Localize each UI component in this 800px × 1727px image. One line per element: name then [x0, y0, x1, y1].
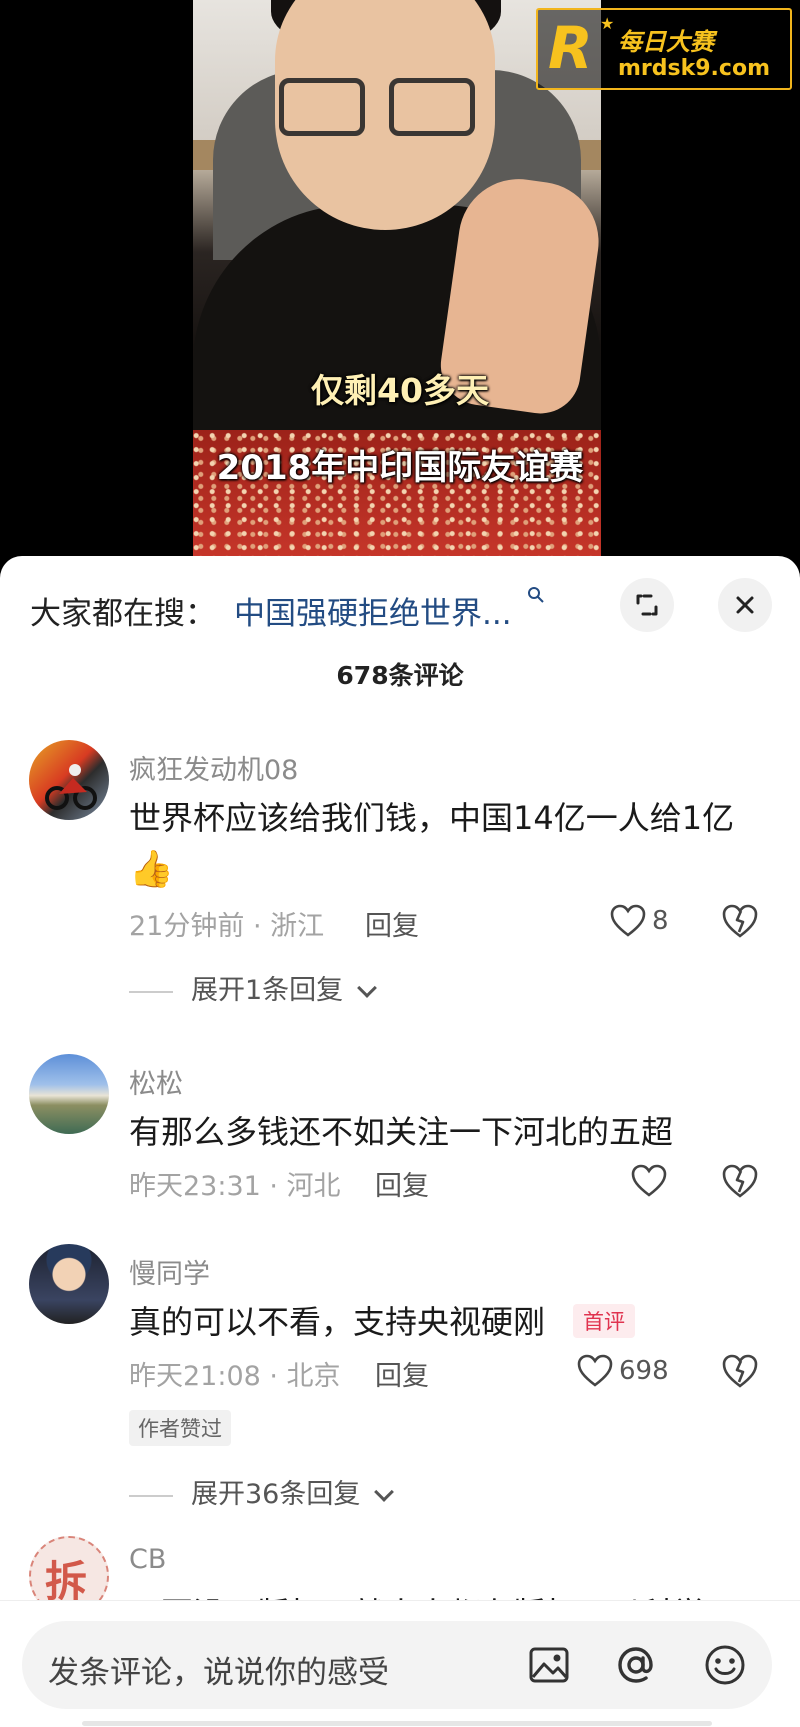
heart-icon: [577, 1354, 613, 1387]
like-count: 698: [619, 1356, 669, 1386]
comment-input-placeholder: 发条评论，说说你的感受: [48, 1655, 389, 1691]
close-button[interactable]: [718, 578, 772, 632]
dislike-heart-icon[interactable]: [721, 902, 759, 940]
comment-sheet: 大家都在搜： 中国强硬拒绝世界... 678条评论 疯狂发动机08 世界杯应该给…: [0, 556, 800, 1727]
like-button[interactable]: 698: [577, 1352, 697, 1392]
comment-item: 松松 有那么多钱还不如关注一下河北的五超 昨天23:31 · 河北 回复: [0, 1054, 800, 1204]
author-liked-badge: 作者赞过: [129, 1410, 231, 1446]
star-icon: ★: [600, 14, 615, 33]
comment-item: 疯狂发动机08 世界杯应该给我们钱，中国14亿一人给1亿 👍 21分钟前 · 浙…: [0, 740, 800, 1006]
trending-search-link[interactable]: 中国强硬拒绝世界...: [234, 588, 512, 633]
comment-meta: 21分钟前 · 浙江: [129, 911, 325, 942]
comment-text: 真的可以不看，支持央视硬刚: [129, 1303, 546, 1341]
at-icon[interactable]: [614, 1643, 658, 1687]
chevron-down-icon: [374, 1482, 394, 1502]
comment-item: 慢同学 真的可以不看，支持央视硬刚 首评 昨天21:08 · 北京 回复 698…: [0, 1244, 800, 1544]
heart-icon: [631, 1164, 667, 1197]
comment-text: 世界杯应该给我们钱，中国14亿一人给1亿 👍: [129, 799, 735, 890]
expand-icon: [636, 594, 658, 616]
motorcycle-icon: [45, 764, 97, 810]
watermark-url: mrdsk9.com: [618, 56, 770, 81]
video-caption-bottom: 2018年中印国际友谊赛: [216, 448, 584, 488]
watermark-logo: R ★ 每日大赛 mrdsk9.com: [536, 8, 792, 90]
watermark-r-icon: R: [548, 14, 593, 82]
like-button[interactable]: 8: [610, 902, 700, 942]
sheet-header: 大家都在搜： 中国强硬拒绝世界...: [0, 556, 800, 636]
watermark-name: 每日大赛: [618, 28, 714, 56]
expand-replies[interactable]: 展开36条回复: [129, 1472, 394, 1511]
first-comment-badge: 首评: [573, 1304, 635, 1338]
avatar[interactable]: [29, 1054, 109, 1134]
dislike-heart-icon[interactable]: [721, 1162, 759, 1200]
avatar[interactable]: [29, 740, 109, 820]
comment-meta: 昨天23:31 · 河北: [129, 1171, 341, 1202]
comment-username[interactable]: CB: [129, 1544, 166, 1575]
comment-username[interactable]: 松松: [129, 1062, 183, 1101]
like-button[interactable]: [631, 1162, 671, 1202]
comment-username[interactable]: 疯狂发动机08: [129, 748, 298, 787]
dislike-heart-icon[interactable]: [721, 1352, 759, 1390]
trending-search-label: 大家都在搜：: [30, 596, 216, 632]
fullscreen-button[interactable]: [620, 578, 674, 632]
reply-button[interactable]: 回复: [375, 1354, 429, 1393]
image-icon[interactable]: [527, 1643, 571, 1687]
chevron-down-icon: [356, 978, 377, 998]
emoji-icon[interactable]: [703, 1643, 747, 1687]
video-caption-top: 仅剩40多天: [311, 371, 489, 410]
comment-input-bar: 发条评论，说说你的感受: [0, 1600, 800, 1727]
close-icon: [736, 596, 754, 614]
search-icon[interactable]: [527, 586, 545, 604]
reply-button[interactable]: 回复: [365, 904, 419, 943]
thumbs-up-emoji: 👍: [129, 849, 174, 890]
comment-text: 有那么多钱还不如关注一下河北的五超: [129, 1113, 674, 1151]
comment-meta: 昨天21:08 · 北京: [129, 1361, 341, 1392]
expand-replies[interactable]: 展开1条回复: [129, 968, 377, 1007]
comment-input[interactable]: 发条评论，说说你的感受: [22, 1621, 772, 1709]
home-indicator: [82, 1721, 712, 1726]
video-player[interactable]: 仅剩40多天 2018年中印国际友谊赛 R ★ 每日大赛 mrdsk9.com: [0, 0, 800, 560]
comment-count: 678条评论: [336, 661, 464, 690]
comment-username[interactable]: 慢同学: [129, 1252, 210, 1291]
reply-button[interactable]: 回复: [375, 1164, 429, 1203]
like-count: 8: [652, 906, 669, 936]
avatar[interactable]: [29, 1244, 109, 1324]
heart-icon: [610, 904, 646, 937]
